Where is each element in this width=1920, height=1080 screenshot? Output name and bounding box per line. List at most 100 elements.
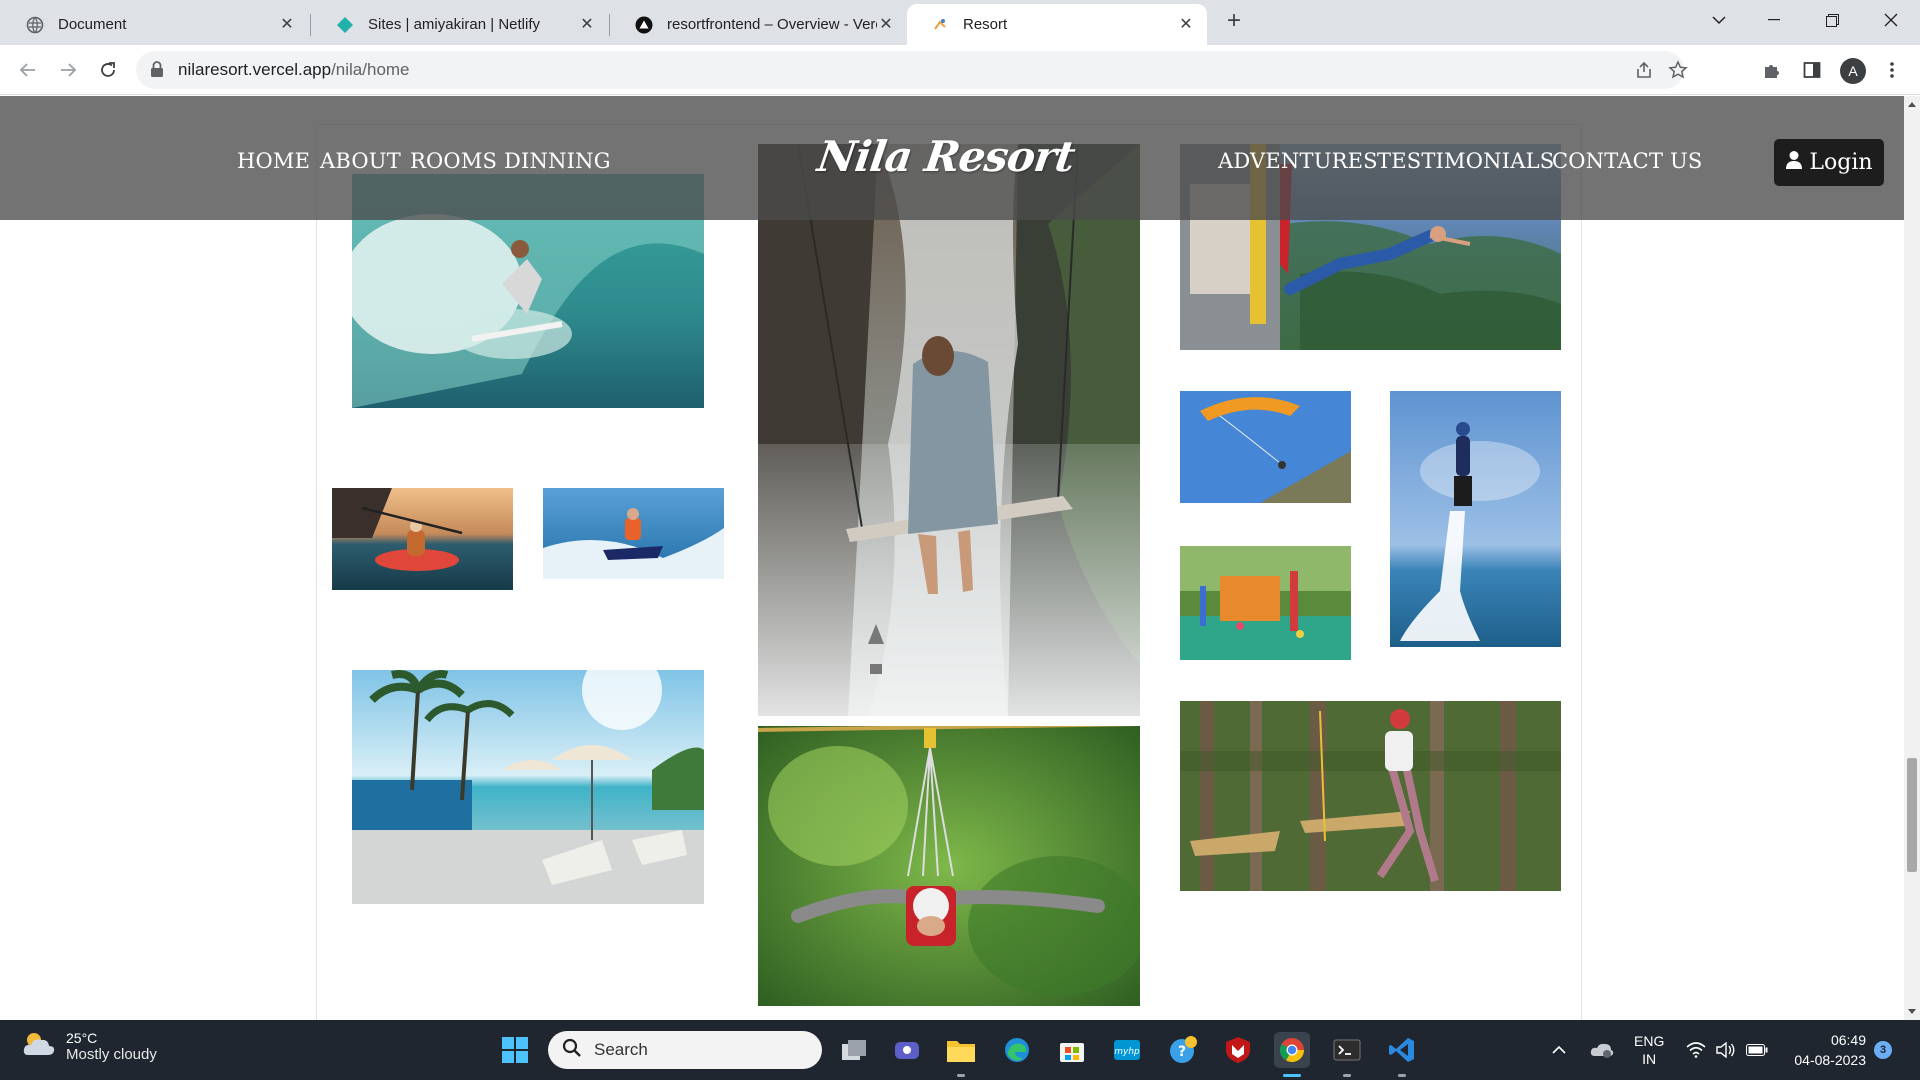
browser-tab-resort[interactable]: Resort ✕	[907, 4, 1207, 45]
tips-help-icon[interactable]: ?	[1165, 1032, 1201, 1068]
beach-resort-photo	[352, 670, 704, 904]
nav-about[interactable]: ABOUT	[320, 149, 401, 173]
nav-contact-us[interactable]: CONTACT US	[1552, 149, 1703, 173]
meet-camera-icon[interactable]	[889, 1032, 925, 1068]
wifi-icon[interactable]	[1686, 1020, 1706, 1080]
cloudy-weather-icon	[22, 1030, 56, 1063]
side-panel-icon[interactable]	[1800, 58, 1824, 82]
minimize-button[interactable]	[1745, 0, 1803, 40]
tab-separator	[310, 14, 311, 36]
vercel-icon	[635, 16, 653, 34]
page-scrollbar[interactable]	[1904, 96, 1920, 1020]
zipline-photo	[758, 726, 1140, 1006]
running-indicator	[957, 1074, 965, 1077]
nav-testimonials[interactable]: TESTIMONIALS	[1377, 149, 1554, 173]
extensions-puzzle-icon[interactable]	[1760, 58, 1784, 82]
windows-start-icon[interactable]	[497, 1032, 533, 1068]
url-text: nilaresort.vercel.app/nila/home	[178, 60, 410, 80]
url-host: nilaresort.vercel.app	[178, 60, 332, 79]
bookmark-star-icon[interactable]	[1666, 58, 1690, 82]
input-language-indicator[interactable]: ENG IN	[1634, 1020, 1664, 1080]
close-window-button[interactable]	[1862, 0, 1920, 40]
site-header: HOME ABOUT ROOMS DINNING Nila Resort ADV…	[0, 96, 1904, 220]
search-icon	[562, 1038, 582, 1063]
globe-icon	[26, 16, 44, 34]
nav-home[interactable]: HOME	[237, 149, 310, 173]
browser-tab-netlify[interactable]: Sites | amiyakiran | Netlify ✕	[312, 4, 608, 45]
terminal-icon[interactable]	[1329, 1032, 1365, 1068]
windows-taskbar: 25°C Mostly cloudy Search myhp ? ENG IN …	[0, 1020, 1920, 1080]
vscode-icon[interactable]	[1384, 1032, 1420, 1068]
tab-separator	[609, 14, 610, 36]
browser-tab-strip: Document ✕ Sites | amiyakiran | Netlify …	[0, 0, 1920, 45]
site-logo[interactable]: Nila Resort	[815, 132, 1078, 181]
tab-title: Sites | amiyakiran | Netlify	[368, 16, 541, 33]
tab-close-icon[interactable]: ✕	[578, 16, 596, 34]
task-view-icon[interactable]	[836, 1032, 872, 1068]
volume-icon[interactable]	[1716, 1020, 1736, 1080]
tab-close-icon[interactable]: ✕	[1177, 16, 1195, 34]
resort-favicon	[931, 16, 949, 34]
scrollbar-thumb[interactable]	[1907, 758, 1917, 872]
profile-avatar[interactable]: A	[1840, 58, 1866, 84]
lang-code: ENG	[1634, 1033, 1665, 1049]
waterfall-swing-photo	[758, 144, 1140, 716]
scroll-down-arrow-icon[interactable]	[1908, 1009, 1916, 1014]
back-arrow-icon[interactable]	[12, 54, 44, 86]
restore-button[interactable]	[1803, 0, 1861, 40]
svg-text:?: ?	[1178, 1044, 1186, 1060]
kayaking-photo	[332, 488, 513, 590]
mcafee-shield-icon[interactable]	[1220, 1032, 1256, 1068]
onedrive-sync-icon[interactable]	[1590, 1020, 1614, 1080]
share-icon[interactable]	[1632, 58, 1656, 82]
taskbar-clock[interactable]: 06:49 04-08-2023	[1786, 1030, 1866, 1070]
browser-toolbar: nilaresort.vercel.app/nila/home A	[0, 45, 1920, 95]
clock-time: 06:49	[1830, 1032, 1866, 1048]
notification-badge[interactable]: 3	[1874, 1041, 1892, 1059]
running-indicator	[1398, 1074, 1406, 1077]
tab-title: Resort	[963, 16, 1008, 33]
tab-close-icon[interactable]: ✕	[278, 16, 296, 34]
jet-ski-photo	[543, 488, 724, 579]
reload-icon[interactable]	[92, 54, 124, 86]
svg-text:myhp: myhp	[1114, 1047, 1140, 1057]
login-label: Login	[1809, 150, 1873, 175]
tab-close-icon[interactable]: ✕	[877, 16, 895, 34]
chrome-browser-icon[interactable]	[1274, 1032, 1310, 1068]
weather-widget[interactable]: 25°C Mostly cloudy	[22, 1030, 157, 1063]
nav-adventures[interactable]: ADVENTURES	[1218, 149, 1378, 173]
address-bar[interactable]: nilaresort.vercel.app/nila/home	[136, 51, 1688, 89]
active-indicator	[1283, 1074, 1301, 1077]
running-indicator	[1343, 1074, 1351, 1077]
new-tab-button[interactable]: +	[1220, 8, 1248, 36]
lang-region: IN	[1642, 1051, 1657, 1067]
playground-photo	[1180, 546, 1351, 660]
flyboard-photo	[1390, 391, 1561, 647]
taskbar-search[interactable]: Search	[548, 1031, 822, 1069]
browser-tab-vercel[interactable]: resortfrontend – Overview - Vercel ✕	[611, 4, 907, 45]
lock-icon[interactable]	[150, 61, 164, 83]
scroll-up-arrow-icon[interactable]	[1908, 102, 1916, 107]
microsoft-store-icon[interactable]	[1054, 1032, 1090, 1068]
tab-search-chevron-icon[interactable]	[1690, 0, 1748, 40]
file-explorer-icon[interactable]	[943, 1032, 979, 1068]
login-button[interactable]: Login	[1774, 139, 1884, 186]
netlify-icon	[336, 16, 354, 34]
weather-temp: 25°C	[66, 1030, 98, 1046]
nav-dinning[interactable]: DINNING	[504, 149, 611, 173]
tab-title: Document	[58, 16, 127, 33]
ropes-course-photo	[1180, 701, 1561, 891]
tab-title: resortfrontend – Overview - Vercel	[667, 16, 877, 33]
myhp-icon[interactable]: myhp	[1109, 1032, 1145, 1068]
clock-date: 04-08-2023	[1794, 1052, 1866, 1068]
browser-tab-document[interactable]: Document ✕	[2, 4, 308, 45]
forward-arrow-icon[interactable]	[52, 54, 84, 86]
tray-overflow-chevron-icon[interactable]	[1552, 1020, 1566, 1080]
user-icon	[1785, 150, 1803, 176]
battery-icon[interactable]	[1746, 1020, 1768, 1080]
search-placeholder: Search	[594, 1040, 648, 1059]
more-menu-icon[interactable]	[1880, 58, 1904, 82]
edge-browser-icon[interactable]	[999, 1032, 1035, 1068]
paragliding-photo	[1180, 391, 1351, 503]
nav-rooms[interactable]: ROOMS	[410, 149, 497, 173]
